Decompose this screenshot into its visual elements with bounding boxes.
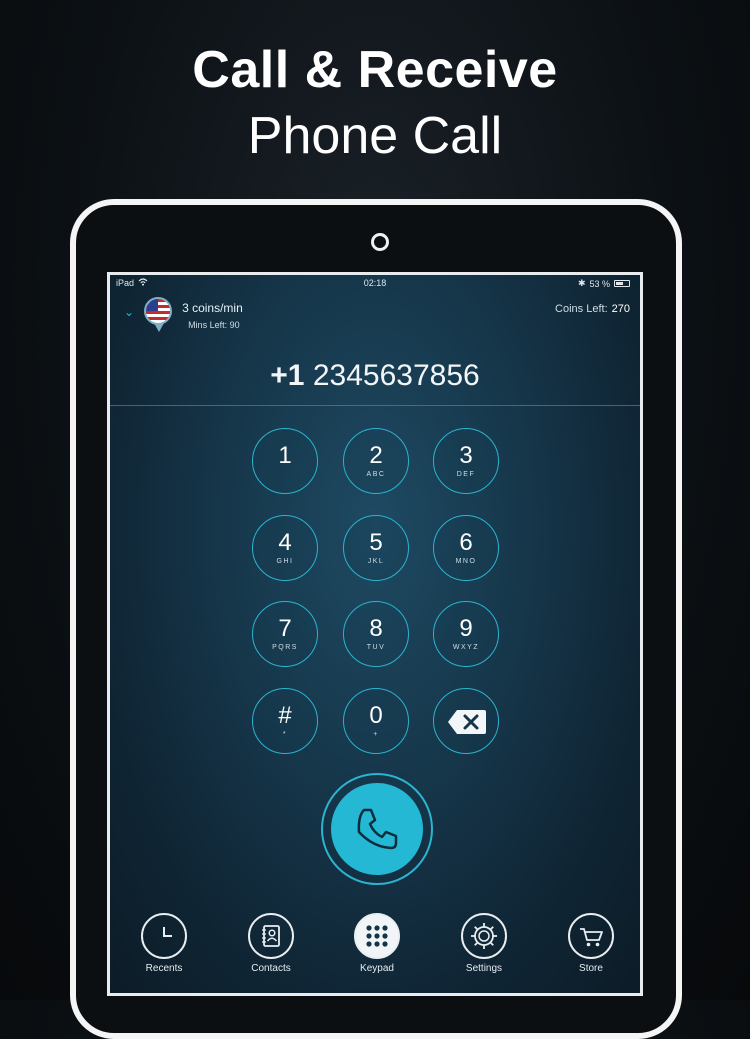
country-rate-selector[interactable]: ⌄ 3 coins/min Mins Left: 90 [124,297,243,335]
key-2[interactable]: 2 ABC [343,428,409,494]
key-digit: 2 [369,442,383,469]
key-letters: + [373,731,379,738]
key-letters: JKL [367,558,385,565]
key-4[interactable]: 4 GHI [252,515,318,581]
key-digit: 7 [278,615,292,642]
number-divider [110,405,640,406]
tab-label: Store [579,963,603,974]
tab-settings[interactable]: Settings [439,913,529,974]
key-digit: 5 [369,529,383,556]
coins-per-min: 3 coins/min [182,301,243,315]
key-letters: ABC [366,471,386,478]
keypad-grid-icon[interactable] [354,913,400,959]
key-letters: PQRS [272,644,298,651]
key-0[interactable]: 0 + [343,688,409,754]
tab-store[interactable]: Store [546,913,636,974]
key-digit: 9 [459,615,473,642]
backspace-button[interactable] [433,688,499,754]
contacts-book-icon[interactable] [248,913,294,959]
tab-label: Settings [465,963,503,974]
tab-label: Recents [145,963,183,974]
key-letters: WXYZ [452,644,480,651]
coins-left-value: 270 [611,303,630,315]
battery-icon [614,280,630,287]
tab-contacts[interactable]: Contacts [226,913,316,974]
tab-bar: Recents Contacts Keypad Settings Store [110,903,640,993]
key-letters: DEF [456,471,476,478]
tab-keypad[interactable]: Keypad [332,913,422,974]
key-letters: GHI [276,558,294,565]
status-time: 02:18 [363,278,387,288]
backspace-icon [448,710,486,734]
key-digit: 4 [278,529,292,556]
key-8[interactable]: 8 TUV [343,601,409,667]
tab-label: Keypad [360,963,394,974]
key-digit: 6 [459,529,473,556]
country-code: +1 [270,359,305,392]
call-button-ring[interactable] [321,773,433,885]
key-digit: 0 [369,702,383,729]
key-digit: 8 [369,615,383,642]
gear-icon[interactable] [461,913,507,959]
tab-recents[interactable]: Recents [119,913,209,974]
call-button[interactable] [331,783,423,875]
key-3[interactable]: 3 DEF [433,428,499,494]
key-hash[interactable]: # * [252,688,318,754]
key-7[interactable]: 7 PQRS [252,601,318,667]
battery-percent: 53 % [589,278,610,289]
us-flag-icon[interactable] [144,297,174,335]
ipad-frame: iPad 02:18 ✱ 53 % ⌄ 3 coins/min Mins Lef… [70,199,682,1039]
bluetooth-icon: ✱ [577,278,586,288]
headline-light: Phone Call [247,107,503,165]
key-1[interactable]: 1 [252,428,318,494]
tab-label: Contacts [251,963,291,974]
cart-icon[interactable] [568,913,614,959]
coins-left: Coins Left: 270 [555,303,630,315]
key-letters: MNO [455,558,477,565]
dialed-number[interactable]: +1 2345637856 [110,359,640,393]
clock-icon[interactable] [141,913,187,959]
camera-icon [371,233,389,251]
key-5[interactable]: 5 JKL [343,515,409,581]
phone-handset-icon [357,808,398,850]
app-screen: iPad 02:18 ✱ 53 % ⌄ 3 coins/min Mins Lef… [107,272,643,996]
mins-left: Mins Left: 90 [188,320,240,330]
key-letters: TUV [366,644,386,651]
key-9[interactable]: 9 WXYZ [433,601,499,667]
key-6[interactable]: 6 MNO [433,515,499,581]
coins-left-label: Coins Left: [555,303,608,315]
chevron-down-icon[interactable]: ⌄ [124,305,134,319]
key-digit: # [278,702,292,729]
phone-number: 2345637856 [312,359,480,392]
status-bar: iPad 02:18 ✱ 53 % [110,275,640,291]
headline-bold: Call & Receive [192,41,558,99]
key-digit: 1 [278,442,292,469]
headline: Call & Receive Phone Call [0,40,750,168]
key-digit: 3 [459,442,473,469]
key-letters: * [282,731,288,738]
